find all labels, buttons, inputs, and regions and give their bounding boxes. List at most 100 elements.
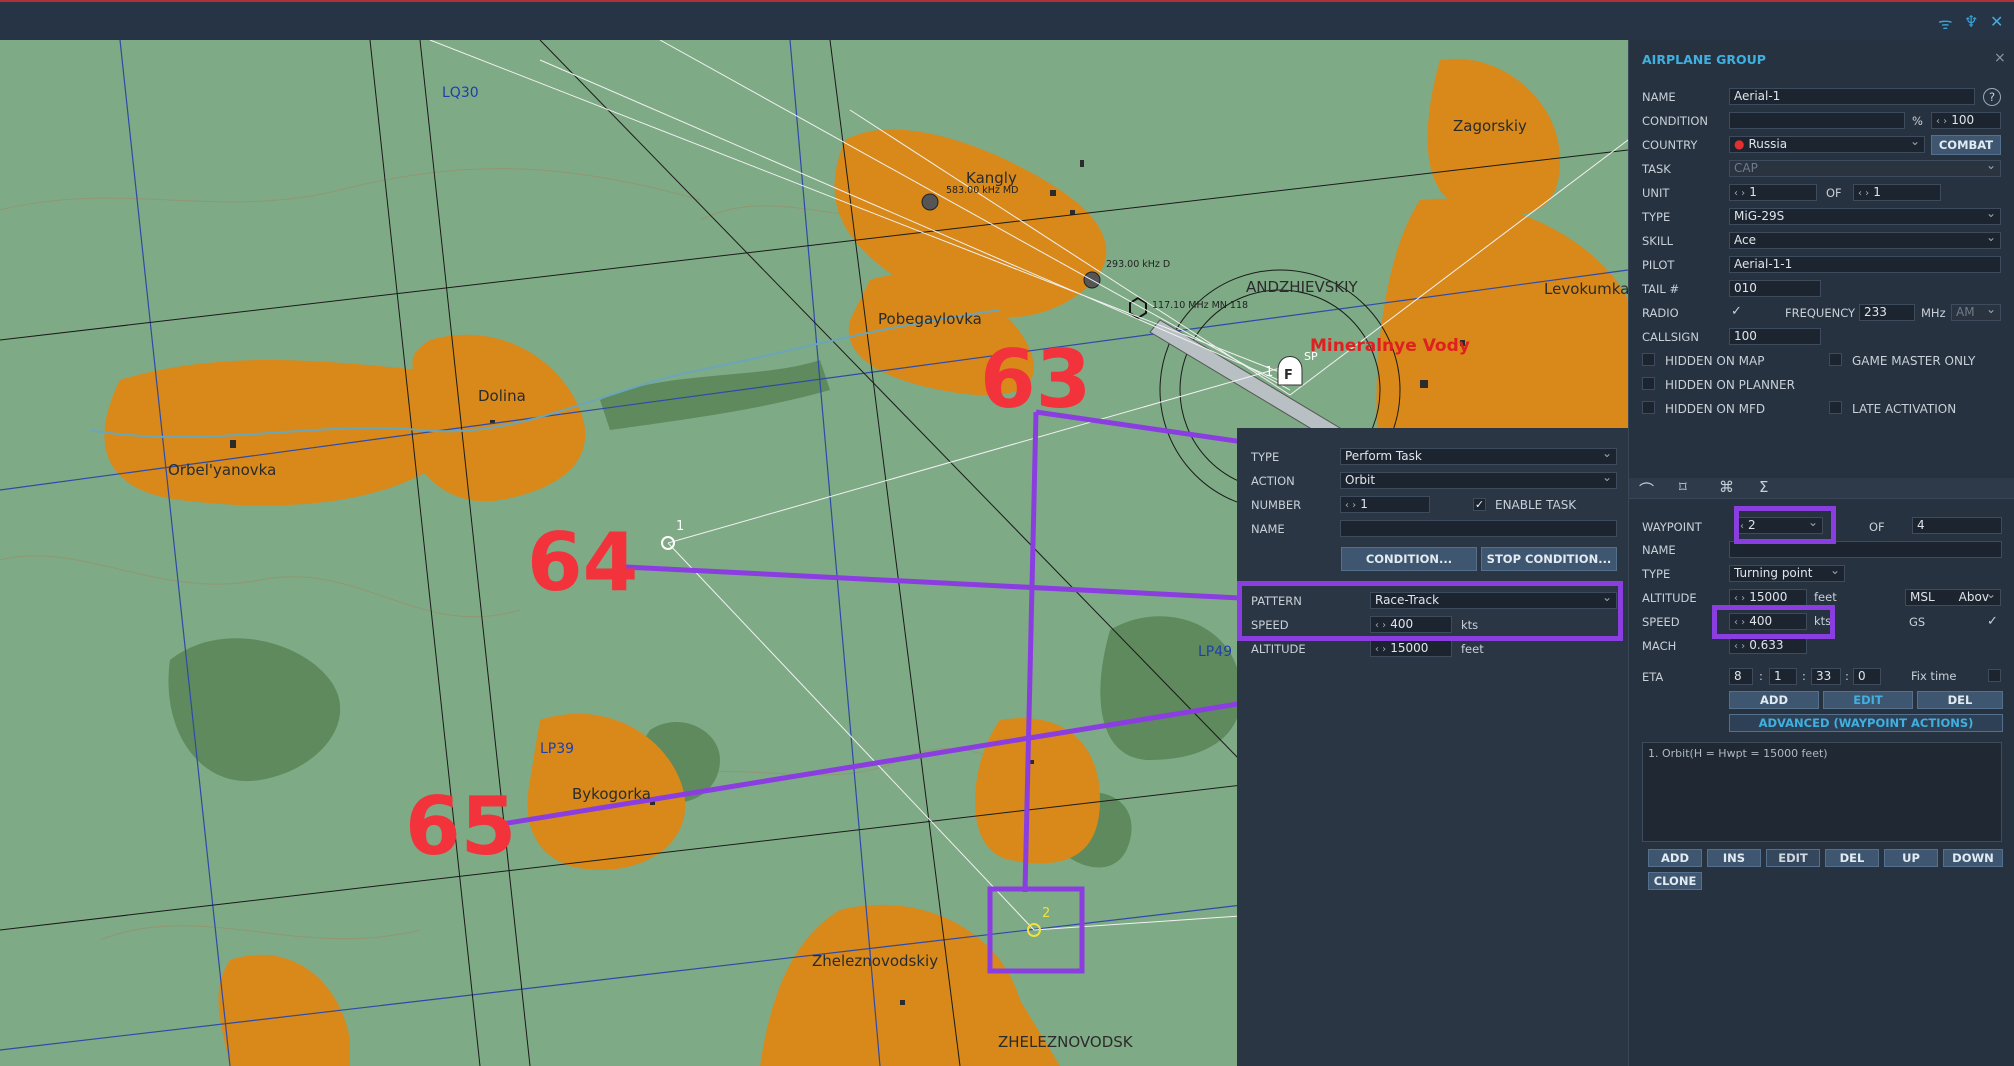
add-action-button[interactable]: ADD (1648, 849, 1702, 867)
modulation-select[interactable]: AM (1951, 304, 2001, 321)
close-icon[interactable]: × (1994, 50, 2006, 66)
gs-checkbox[interactable]: ✓ (1987, 614, 1998, 629)
callsign-input[interactable]: 100 (1729, 328, 1821, 345)
airfield-label[interactable]: Mineralnye Vody (1310, 336, 1470, 356)
hidden-on-mfd-label: HIDDEN ON MFD (1665, 402, 1766, 416)
task-type-select[interactable]: Perform Task (1340, 448, 1617, 465)
fix-time-checkbox[interactable] (1988, 669, 2001, 682)
name-label: NAME (1642, 90, 1676, 104)
triggered-actions-icon[interactable]: ⌑ (1679, 478, 1687, 496)
tail-number-input[interactable]: 010 (1729, 280, 1821, 297)
frequency-label: FREQUENCY (1785, 306, 1856, 320)
airfield-marker[interactable]: F (1284, 368, 1293, 383)
antenna-icon: ♆ (1964, 12, 1979, 31)
sp-label: SP (1304, 350, 1318, 363)
edit-action-button[interactable]: EDIT (1766, 849, 1820, 867)
stepper-arrows-icon[interactable]: ‹ › (1734, 188, 1745, 199)
waypoint-type-label: TYPE (1642, 567, 1671, 581)
edit-waypoint-button[interactable]: EDIT (1823, 691, 1913, 709)
altitude-reference-select[interactable]: MSL Abov (1905, 589, 2001, 606)
top-bar: ᯤ ♆ ✕ (0, 0, 2014, 40)
enable-task-label: ENABLE TASK (1495, 498, 1577, 512)
stepper-arrows-icon[interactable]: ‹ › (1345, 500, 1356, 511)
condition-stepper[interactable]: ‹ › 100 (1931, 112, 2001, 129)
callsign-label: CALLSIGN (1642, 330, 1699, 344)
condition-button[interactable]: CONDITION... (1341, 547, 1477, 571)
close-icon[interactable]: ✕ (1990, 12, 2003, 31)
add-waypoint-button[interactable]: ADD (1729, 691, 1819, 709)
stepper-arrows-icon[interactable]: ‹ › (1734, 641, 1745, 652)
waypoint-label: WAYPOINT (1642, 520, 1702, 534)
eta-hour-input[interactable]: 1 (1769, 668, 1797, 685)
waypoint-of-label: OF (1869, 520, 1885, 534)
condition-percent-sign: % (1912, 114, 1923, 128)
late-activation-checkbox[interactable] (1829, 401, 1842, 414)
town-label: Pobegaylovka (878, 310, 982, 328)
waypoint-type-select[interactable]: Turning point (1729, 565, 1845, 582)
radio-checkbox[interactable]: ✓ (1731, 304, 1742, 319)
altitude-reference-value: MSL (1910, 590, 1935, 604)
delete-action-button[interactable]: DEL (1825, 849, 1879, 867)
name-label: NAME (1251, 522, 1285, 536)
unit-total-stepper[interactable]: ‹ › 1 (1853, 184, 1941, 201)
stepper-arrows-icon[interactable]: ‹ › (1734, 593, 1745, 604)
move-down-button[interactable]: DOWN (1943, 849, 2003, 867)
advanced-waypoint-actions-button[interactable]: ADVANCED (WAYPOINT ACTIONS) (1729, 714, 2003, 732)
eta-second-input[interactable]: 0 (1853, 668, 1881, 685)
annotation-number: 64 (527, 516, 639, 609)
group-name-input[interactable]: Aerial-1 (1729, 88, 1975, 105)
task-select[interactable]: CAP (1729, 160, 2001, 177)
action-select[interactable]: Orbit (1340, 472, 1617, 489)
waypoint-number-label: 1 (1265, 365, 1274, 380)
task-name-input[interactable] (1340, 520, 1617, 537)
enable-task-checkbox[interactable]: ✓ (1473, 498, 1486, 511)
delete-waypoint-button[interactable]: DEL (1917, 691, 2003, 709)
frequency-input[interactable]: 233 (1859, 304, 1915, 321)
stepper-arrows-icon[interactable]: ‹ › (1936, 116, 1947, 127)
move-up-button[interactable]: UP (1884, 849, 1938, 867)
unit-stepper[interactable]: ‹ › 1 (1729, 184, 1817, 201)
aircraft-type-select[interactable]: MiG-29S (1729, 208, 2001, 225)
mach-value: 0.633 (1749, 638, 1784, 652)
altitude-label: ALTITUDE (1251, 642, 1306, 656)
altitude-unit: feet (1814, 590, 1837, 604)
waypoint-altitude-stepper[interactable]: ‹ › 15000 (1729, 589, 1807, 606)
condition-bar[interactable] (1729, 112, 1905, 129)
hidden-on-mfd-checkbox[interactable] (1642, 401, 1655, 414)
stepper-arrows-icon[interactable]: ‹ › (1858, 188, 1869, 199)
summary-icon[interactable]: Σ (1759, 478, 1768, 496)
eta-day-input[interactable]: 8 (1729, 668, 1753, 685)
altitude-unit: feet (1461, 642, 1484, 656)
game-master-only-checkbox[interactable] (1829, 353, 1842, 366)
hidden-on-planner-checkbox[interactable] (1642, 377, 1655, 390)
waypoint-altitude-value: 15000 (1749, 590, 1788, 604)
stop-condition-button[interactable]: STOP CONDITION... (1481, 547, 1617, 571)
unit-value: 1 (1749, 185, 1757, 199)
number-stepper[interactable]: ‹ › 1 (1340, 496, 1430, 513)
altitude-label: ALTITUDE (1642, 591, 1697, 605)
route-icon[interactable]: ⌒ (1639, 479, 1654, 500)
eta-minute-input[interactable]: 33 (1811, 668, 1841, 685)
task-altitude-stepper[interactable]: ‹ › 15000 (1370, 640, 1452, 657)
clone-action-button[interactable]: CLONE (1648, 872, 1702, 890)
help-icon[interactable]: ? (1983, 88, 2001, 106)
payload-icon[interactable]: ⌘ (1719, 478, 1734, 496)
list-item[interactable]: 1. Orbit(H = Hwpt = 15000 feet) (1648, 747, 1828, 760)
waypoint-actions-list[interactable]: 1. Orbit(H = Hwpt = 15000 feet) (1642, 742, 2002, 842)
number-label: NUMBER (1251, 498, 1302, 512)
unit-total-value: 1 (1873, 185, 1881, 199)
skill-select[interactable]: Ace (1729, 232, 2001, 249)
country-select[interactable]: ● Russia (1729, 136, 1925, 153)
insert-action-button[interactable]: INS (1707, 849, 1761, 867)
combat-button[interactable]: COMBAT (1931, 135, 2001, 155)
beacon-label: 293.00 kHz D (1106, 259, 1171, 270)
mach-stepper[interactable]: ‹ › 0.633 (1729, 637, 1807, 654)
condition-value: 100 (1951, 113, 1975, 127)
pilot-input[interactable]: Aerial-1-1 (1729, 256, 2001, 273)
hidden-on-map-checkbox[interactable] (1642, 353, 1655, 366)
stepper-arrows-icon[interactable]: ‹ › (1375, 644, 1386, 655)
gs-label: GS (1909, 615, 1926, 629)
fix-time-label: Fix time (1911, 669, 1957, 683)
hidden-on-map-label: HIDDEN ON MAP (1665, 354, 1765, 368)
condition-label: CONDITION (1642, 114, 1709, 128)
